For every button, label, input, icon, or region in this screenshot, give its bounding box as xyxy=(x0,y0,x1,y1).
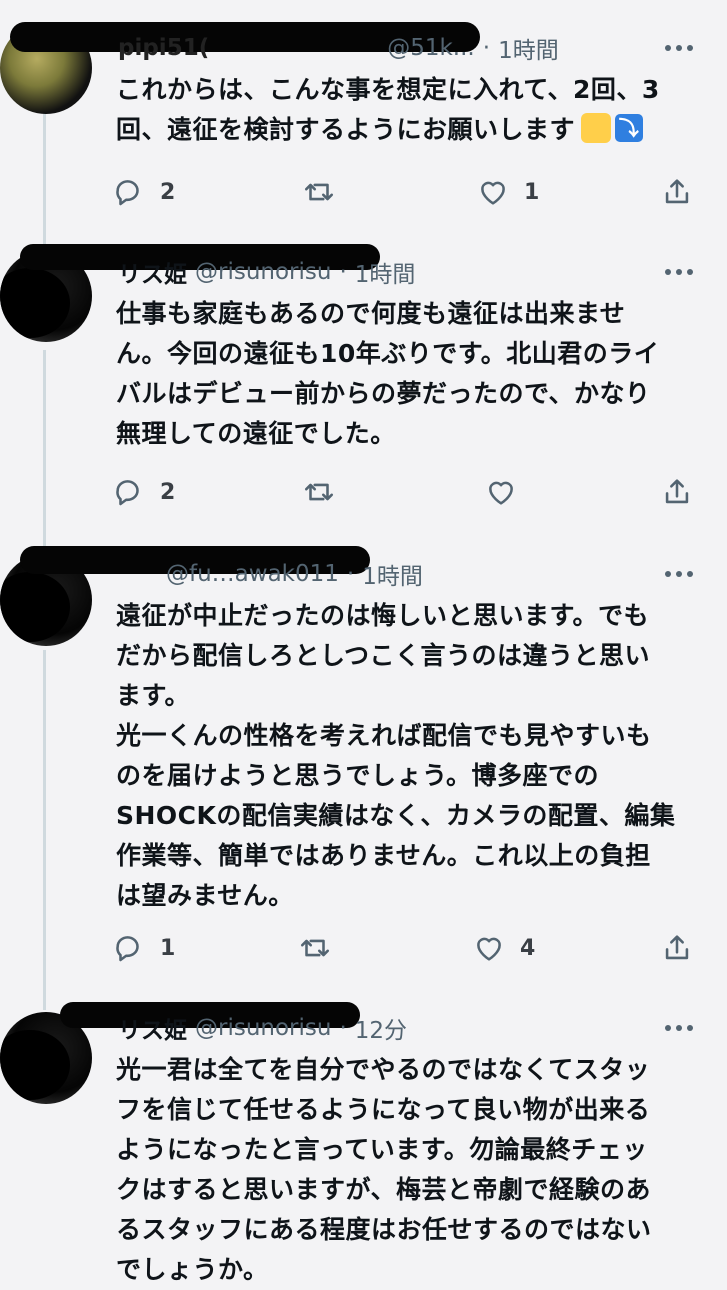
tweet-header: pipi51( @51k... · 1時間 xyxy=(118,28,559,68)
retweet-icon xyxy=(304,483,334,501)
display-name[interactable]: リス姫 xyxy=(118,255,187,289)
tweet-text: これからは、こんな事を想定に入れて、2回、3 回、遠征を検討するようにお願いしま… xyxy=(116,70,696,150)
share-button[interactable] xyxy=(660,928,694,968)
handle[interactable]: @risunorisu xyxy=(195,1015,331,1041)
separator-dot: · xyxy=(482,35,491,61)
share-icon xyxy=(665,935,689,960)
like-count: 4 xyxy=(520,935,536,961)
share-icon xyxy=(665,179,689,204)
more-options-icon[interactable] xyxy=(665,570,693,578)
reply-count: 1 xyxy=(160,935,176,961)
handle[interactable]: @risunorisu xyxy=(195,259,331,285)
tweet[interactable]: リス姫 @risunorisu · 1時間 仕事も家庭もあるので何度も遠征は出来… xyxy=(0,240,727,540)
retweet-icon xyxy=(304,183,334,201)
like-button[interactable]: 4 xyxy=(472,928,535,968)
tweet-actions: 1 4 xyxy=(112,928,702,968)
like-button[interactable] xyxy=(484,472,518,512)
more-options-icon[interactable] xyxy=(665,268,693,276)
tweet-actions: 2 xyxy=(112,472,702,512)
tweet[interactable]: @fu…awak011 · 1時間 遠征が中止だったのは悔しいと思います。でも … xyxy=(0,540,727,1000)
arrow-down-right-emoji: ⤵ xyxy=(615,114,644,142)
like-button[interactable]: 1 xyxy=(476,172,539,212)
timestamp[interactable]: 1時間 xyxy=(355,255,416,289)
reply-icon xyxy=(116,180,139,206)
reply-count: 2 xyxy=(160,179,176,205)
tweet-text: 光一君は全てを自分でやるのではなくてスタッ フを信じて任せるようになって良い物が… xyxy=(116,1055,652,1284)
tweet[interactable]: pipi51( @51k... · 1時間 これからは、こんな事を想定に入れて、… xyxy=(0,0,727,240)
tweet[interactable]: リス姫 @risunorisu · 12分 光一君は全てを自分でやるのではなくて… xyxy=(0,1000,727,1284)
handle[interactable]: @51k... xyxy=(387,35,475,61)
tweet-actions: 2 1 xyxy=(112,172,702,212)
display-name[interactable]: リス姫 xyxy=(118,1011,187,1045)
more-options-icon[interactable] xyxy=(665,44,693,52)
tweet-text: 遠征が中止だったのは悔しいと思います。でも だから配信しろとしつこく言うのは違う… xyxy=(116,601,676,910)
timestamp[interactable]: 1時間 xyxy=(362,557,423,591)
share-button[interactable] xyxy=(660,472,694,512)
separator-dot: · xyxy=(339,259,347,285)
reply-count: 2 xyxy=(160,479,176,505)
share-icon xyxy=(665,479,689,504)
more-options-icon[interactable] xyxy=(665,1024,693,1032)
tweet-text: 仕事も家庭もあるので何度も遠征は出来ませ ん。今回の遠征も10年ぶりです。北山君… xyxy=(116,299,660,448)
reply-icon xyxy=(116,936,139,962)
reply-button[interactable]: 1 xyxy=(112,928,175,968)
reply-button[interactable]: 2 xyxy=(112,472,175,512)
reply-button[interactable]: 2 xyxy=(112,172,175,212)
retweet-icon xyxy=(300,939,330,957)
tweet-header: リス姫 @risunorisu · 12分 xyxy=(118,1008,407,1048)
timestamp[interactable]: 12分 xyxy=(355,1011,407,1045)
tweet-header: @fu…awak011 · 1時間 xyxy=(118,554,423,594)
display-name[interactable]: pipi51( xyxy=(118,35,209,61)
separator-dot: · xyxy=(346,561,355,587)
timestamp[interactable]: 1時間 xyxy=(498,31,559,65)
retweet-button[interactable] xyxy=(302,172,336,212)
share-button[interactable] xyxy=(660,172,694,212)
retweet-button[interactable] xyxy=(298,928,332,968)
tweet-text-content: これからは、こんな事を想定に入れて、2回、3 回、遠征を検討するようにお願いしま… xyxy=(116,75,660,144)
heart-icon xyxy=(477,937,501,961)
separator-dot: · xyxy=(339,1015,347,1041)
tweet-header: リス姫 @risunorisu · 1時間 xyxy=(118,252,415,292)
reply-icon xyxy=(116,480,139,506)
retweet-button[interactable] xyxy=(302,472,336,512)
heart-icon xyxy=(481,181,505,205)
heart-icon xyxy=(489,481,513,505)
like-count: 1 xyxy=(524,179,540,205)
handle[interactable]: @fu…awak011 xyxy=(166,561,339,587)
person-bowing-emoji xyxy=(581,113,612,143)
